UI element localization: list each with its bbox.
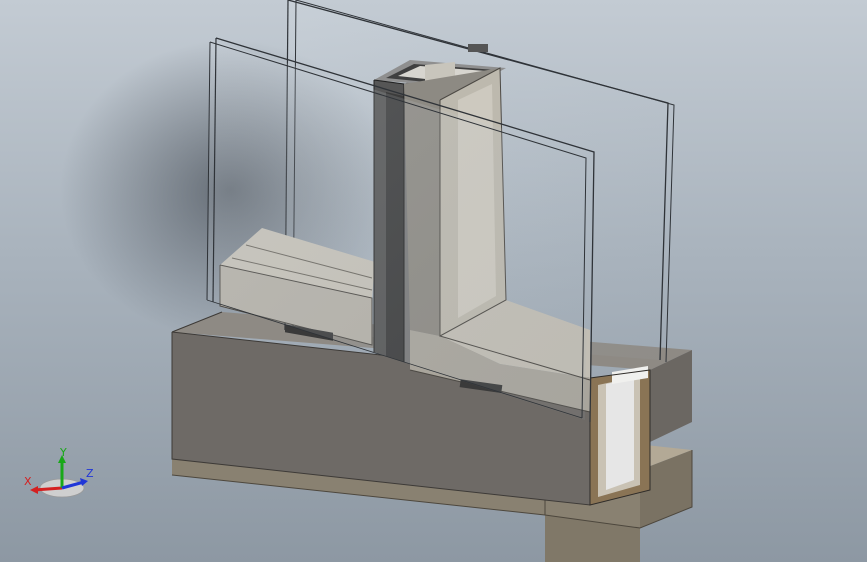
mullion-cap [468,44,488,52]
reference-triad: X Y Z [24,448,94,498]
triad-y-label: Y [59,448,67,459]
graphics-viewport[interactable]: X Y Z [0,0,867,562]
triad-x-axis [33,486,63,492]
section-cut [589,366,651,506]
model-render[interactable] [0,0,867,562]
triad-x-label: X [24,475,32,488]
triad-z-label: Z [86,467,94,480]
